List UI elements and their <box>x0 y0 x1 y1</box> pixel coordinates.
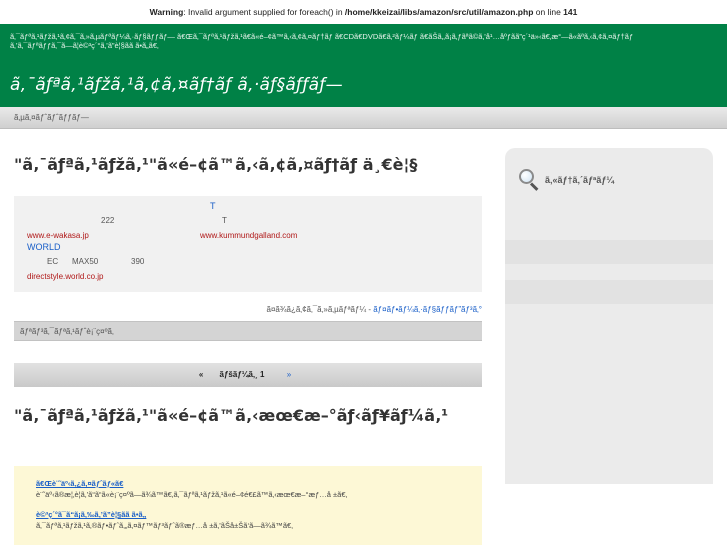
sidebar-row <box>505 240 713 264</box>
search-icon <box>519 169 541 191</box>
pagination-prev[interactable]: « <box>199 370 203 379</box>
breadcrumb: ã‚µã‚¤ãƒˆãƒˆãƒƒãƒ— <box>0 107 727 129</box>
main-content: "ã‚¯ãƒªã‚¹ãƒžã‚¹"ã«é–¢ã™ã‚‹ã‚¢ã‚¤ãƒ†ãƒ ä… <box>14 148 482 545</box>
site-title[interactable]: ã‚¯ãƒªã‚¹ãƒžã‚¹ã‚¢ã‚¤ãƒ†ãƒ ã‚·ãƒ§ãƒƒãƒ— <box>10 75 717 95</box>
page-title: "ã‚¯ãƒªã‚¹ãƒžã‚¹"ã«é–¢ã™ã‚‹ã‚¢ã‚¤ãƒ†ãƒ ä… <box>14 155 418 174</box>
news-item-desc: è¨˜äº‹ã®æ¦‚è¦ã‚’ã“ã“ã«è¡¨ç¤ºã—ã¾ã™ã€‚ã‚¯… <box>36 490 348 499</box>
breadcrumb-home-link[interactable]: ã‚µã‚¤ãƒˆãƒˆãƒƒãƒ— <box>14 113 89 122</box>
news-item-link[interactable]: ã€Œè¨˜äº‹ã‚¿ã‚¤ãƒˆãƒ«ã€ <box>36 478 482 489</box>
site-header: ã‚¯ãƒªã‚¹ãƒžã‚¹ã‚¢ã‚¯ã‚»ã‚µãƒªãƒ¼ã‚·ãƒ§ã… <box>0 24 727 107</box>
sidebar-search-header: ã‚«ãƒ†ã‚´ãƒªãƒ¼ <box>505 148 713 196</box>
sidebar-row <box>505 280 713 304</box>
credit-link[interactable]: ãƒ¤ãƒ•ãƒ¼ã‚·ãƒ§ãƒƒãƒ”ãƒ³ã‚° <box>373 305 482 314</box>
ad-number-222: 222 <box>101 216 115 225</box>
warning-message: : Invalid argument supplied for foreach(… <box>183 7 345 17</box>
ad-max50: MAX50 <box>72 257 99 266</box>
sidebar: ã‚«ãƒ†ã‚´ãƒªãƒ¼ <box>505 148 713 484</box>
credit-text: ã¤ã¾ã¿ã‚¢ã‚¯ã‚»ã‚µãƒªãƒ¼ - <box>266 305 374 314</box>
news-item-desc: ã‚¯ãƒªã‚¹ãƒžã‚¹ã‚®ãƒ•ãƒˆã‚„ã‚¤ãƒ™ãƒ³ãƒˆã… <box>36 521 293 530</box>
ad-number-390: 390 <box>131 257 145 266</box>
pagination: « ãƒšãƒ¼ã‚¸ 1 » <box>14 363 482 387</box>
ad-box: T 222 T www.e-wakasa.jp www.kummundgalla… <box>14 196 482 292</box>
link-list-bar[interactable]: ãƒªãƒ³ã‚¯ãƒªã‚¹ãƒˆè¡¨ç¤ºã‚ <box>14 321 482 341</box>
ad-world-link[interactable]: WORLD <box>27 242 61 252</box>
ad-link-directstyle[interactable]: directstyle.world.co.jp <box>27 272 103 281</box>
warning-line-text: on line <box>533 7 564 17</box>
php-warning: Warning: Invalid argument supplied for f… <box>0 0 727 24</box>
ad-t2: T <box>222 216 227 225</box>
news-item-link[interactable]: è©³ç´°ã¯ã“ã¡ã‚‰ã‚’ã”è¦§ãã ã•ã„ <box>36 509 482 520</box>
sidebar-search-title: ã‚«ãƒ†ã‚´ãƒªãƒ¼ <box>545 175 614 185</box>
ad-link-e-wakasa[interactable]: www.e-wakasa.jp <box>27 231 89 240</box>
ad-link-kummundgalland[interactable]: www.kummundgalland.com <box>200 231 297 240</box>
warning-label: Warning <box>149 7 184 17</box>
warning-line-number: 141 <box>563 7 578 17</box>
warning-path: /home/kkeizai/libs/amazon/src/util/amazo… <box>344 7 534 17</box>
news-section-title: "ã‚¯ãƒªã‚¹ãƒžã‚¹"ã«é–¢ã™ã‚‹æœ€æ–°ãƒ‹ãƒ¥ã… <box>14 406 449 425</box>
ad-t1[interactable]: T <box>210 201 216 211</box>
ad-ec: EC <box>47 257 59 266</box>
site-tagline: ã‚¯ãƒªã‚¹ãƒžã‚¹ã‚¢ã‚¯ã‚»ã‚µãƒªãƒ¼ã‚·ãƒ§ã… <box>10 32 634 50</box>
credit-line: ã¤ã¾ã¿ã‚¢ã‚¯ã‚»ã‚µãƒªãƒ¼ - ãƒ¤ãƒ•ãƒ¼ã‚·ã… <box>14 305 483 317</box>
news-box: ã€Œè¨˜äº‹ã‚¿ã‚¤ãƒˆãƒ«ã€ è¨˜äº‹ã®æ¦‚è¦ã‚’… <box>14 466 482 545</box>
pagination-next[interactable]: » <box>287 370 291 379</box>
pagination-current: ãƒšãƒ¼ã‚¸ 1 <box>219 370 265 379</box>
